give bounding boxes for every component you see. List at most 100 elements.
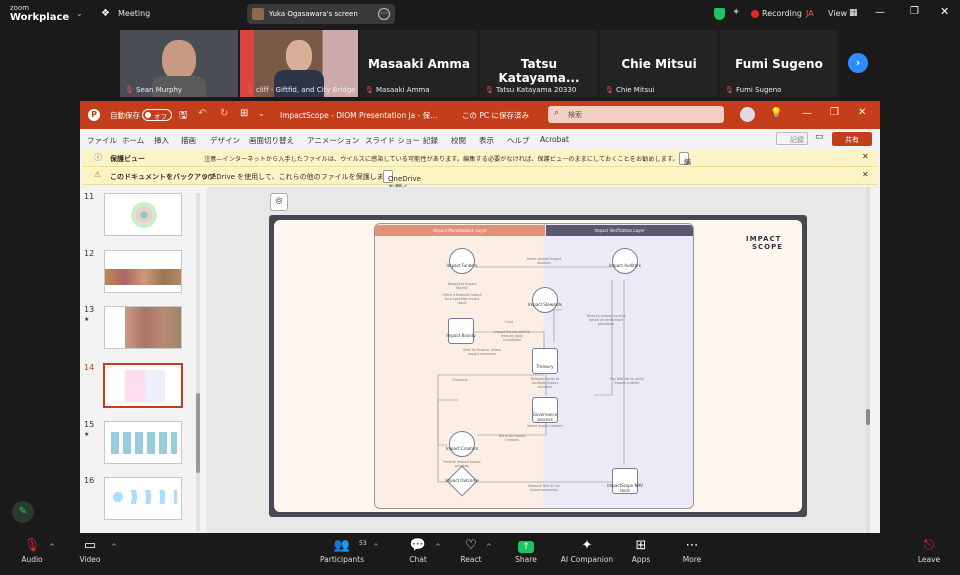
more-button[interactable]: ⋯ More (662, 533, 722, 575)
search-box[interactable]: ⌕ 検索 (548, 106, 724, 123)
leave-door-icon: ⎋ (923, 538, 935, 553)
screen-share-pill[interactable]: Yuka Ogasawara's screen ⋯ (247, 4, 395, 24)
save-status: この PC に保存済み (462, 111, 530, 120)
edge-label: Pay NAV fee to verify impact creation (610, 377, 644, 385)
funders-node (449, 248, 475, 274)
ai-companion-button[interactable]: ✦ AI Companion (556, 533, 618, 575)
thumbnail-scrollbar[interactable] (196, 193, 200, 531)
participant-name: Masaaki Amma (376, 86, 430, 94)
lightbulb-icon[interactable]: 💡 (770, 108, 782, 119)
governance-label: Governance process (532, 412, 558, 422)
tab-help[interactable]: ヘルプ (507, 135, 530, 146)
autosave-state: オフ (154, 113, 167, 121)
leave-button[interactable]: ⎋ Leave (899, 533, 959, 575)
participant-tile[interactable]: Fumi Sugeno 🎙 Fumi Sugeno (720, 30, 838, 97)
customize-qat-icon[interactable]: ⌄ (258, 109, 265, 118)
treasury-label: Treasury (536, 364, 554, 369)
view-menu[interactable]: View (828, 9, 847, 18)
nav-label: ImpactScope NAV tools (607, 483, 643, 493)
slide-thumbnail[interactable] (104, 421, 182, 464)
tab-file[interactable]: ファイル (87, 135, 117, 146)
save-icon[interactable]: 🖫 (179, 108, 188, 125)
canvas-scrollbar[interactable] (866, 187, 870, 533)
close-icon[interactable]: ✕ (858, 107, 866, 118)
restore-icon[interactable]: ❐ (910, 6, 919, 17)
share-button[interactable]: 共有 (832, 132, 872, 146)
meeting-label[interactable]: Meeting (118, 9, 150, 18)
share-label: Share (515, 555, 537, 564)
tab-animations[interactable]: アニメーション (307, 135, 359, 146)
tab-view[interactable]: 表示 (479, 135, 494, 146)
auditors-node (612, 248, 638, 274)
audio-button[interactable]: 🎙 Audio (2, 533, 62, 575)
slide-thumbnail[interactable] (104, 250, 182, 293)
share-screen-button[interactable]: ↑ Share (496, 533, 556, 575)
autosave-toggle[interactable]: オフ (142, 109, 172, 121)
participant-tile[interactable]: Masaaki Amma 🎙 Masaaki Amma (360, 30, 478, 97)
caret-up-icon[interactable]: ^ (486, 543, 492, 551)
funders-label: Impact Funders (446, 263, 478, 268)
tab-acrobat[interactable]: Acrobat (540, 135, 569, 144)
participant-tile[interactable]: 🎙 cliff - Giftfid, and City Bridge ... (240, 30, 358, 97)
participant-tile[interactable]: Chie Mitsui 🎙 Chie Mitsui (600, 30, 718, 97)
caret-up-icon[interactable]: ^ (111, 543, 117, 551)
participant-tile[interactable]: Tatsu Katayama... 🎙 Tatsu Katayama 20330 (480, 30, 598, 97)
caret-up-icon[interactable]: ^ (435, 543, 441, 551)
designer-icon[interactable]: ⦾ (270, 193, 288, 211)
thumbnail-photo (105, 269, 181, 285)
tab-draw[interactable]: 描画 (181, 135, 196, 146)
current-slide[interactable]: Impact Monetization Layer Impact Verific… (269, 215, 807, 517)
tab-home[interactable]: ホーム (122, 135, 144, 146)
tab-insert[interactable]: 挿入 (154, 135, 169, 146)
enable-editing-button[interactable]: 編集を有効にする(E) (679, 152, 694, 245)
participant-display-name: Chie Mitsui (621, 57, 697, 71)
more-options-icon[interactable]: ⋯ (378, 8, 390, 20)
protected-view-title: 保護ビュー (110, 155, 145, 163)
close-icon[interactable]: ✕ (940, 5, 949, 18)
caret-up-icon[interactable]: ^ (49, 543, 55, 551)
close-icon[interactable]: ✕ (862, 170, 869, 179)
participant-tile[interactable]: 🎙 Sean Murphy (120, 30, 238, 97)
open-onedrive-button[interactable]: OneDrive を開く (383, 170, 421, 192)
chevron-down-icon[interactable]: ⌄ (76, 9, 83, 18)
recording-label[interactable]: Recording (762, 9, 802, 18)
backup-bar: ⚠ このドキュメントをバックアップ OneDrive を使用して、これらの他のフ… (82, 168, 878, 192)
comments-icon[interactable]: ▭ (815, 132, 824, 142)
audio-label: Audio (21, 555, 43, 564)
annotate-pen-icon[interactable]: ✎ (12, 501, 34, 523)
ribbon-tabs: ファイル ホーム 挿入 描画 デザイン 画面切り替え アニメーション スライド … (80, 129, 880, 149)
chat-button[interactable]: 💬 Chat (388, 533, 448, 575)
close-icon[interactable]: ✕ (862, 152, 869, 161)
participant-face (162, 40, 196, 80)
react-button[interactable]: ♡ React (441, 533, 501, 575)
thumbnail-graphic (111, 432, 177, 454)
chat-label: Chat (409, 555, 427, 564)
document-title[interactable]: ImpactScope - DIOM Presentation ja - 保..… (280, 110, 437, 121)
record-button[interactable]: 記録 (776, 132, 808, 145)
tab-design[interactable]: デザイン (210, 135, 240, 146)
slide-thumbnail[interactable] (104, 306, 182, 349)
restore-icon[interactable]: ❐ (830, 107, 839, 118)
minimize-icon[interactable]: — (802, 108, 812, 119)
redo-icon[interactable]: ↻ (220, 108, 228, 119)
tab-slideshow[interactable]: スライド ショー (365, 135, 420, 146)
present-icon[interactable]: ⊞ (240, 108, 248, 119)
next-page-arrow-icon[interactable]: › (848, 53, 868, 73)
more-label: More (682, 555, 702, 564)
warning-icon: ⚠ (94, 170, 102, 179)
tab-record[interactable]: 記録 (423, 135, 438, 146)
tab-review[interactable]: 校閲 (451, 135, 466, 146)
sparkle-icon[interactable]: ✦ (732, 7, 740, 18)
tab-transitions[interactable]: 画面切り替え (249, 135, 294, 146)
zoom-top-bar: zoom Workplace ⌄ ❖ Meeting Yuka Ogasawar… (0, 0, 960, 28)
slide-thumbnail[interactable] (104, 477, 182, 520)
minimize-icon[interactable]: — (875, 7, 885, 18)
undo-icon[interactable]: ↶ (198, 108, 206, 119)
react-label: React (460, 555, 482, 564)
grid-icon[interactable]: ▦ (849, 8, 858, 18)
slide-thumbnail[interactable] (104, 193, 182, 236)
account-avatar[interactable] (740, 107, 755, 122)
slide-thumbnail-selected[interactable] (103, 363, 183, 408)
video-button[interactable]: ▭ Video (60, 533, 120, 575)
caret-up-icon[interactable]: ^ (373, 543, 379, 551)
